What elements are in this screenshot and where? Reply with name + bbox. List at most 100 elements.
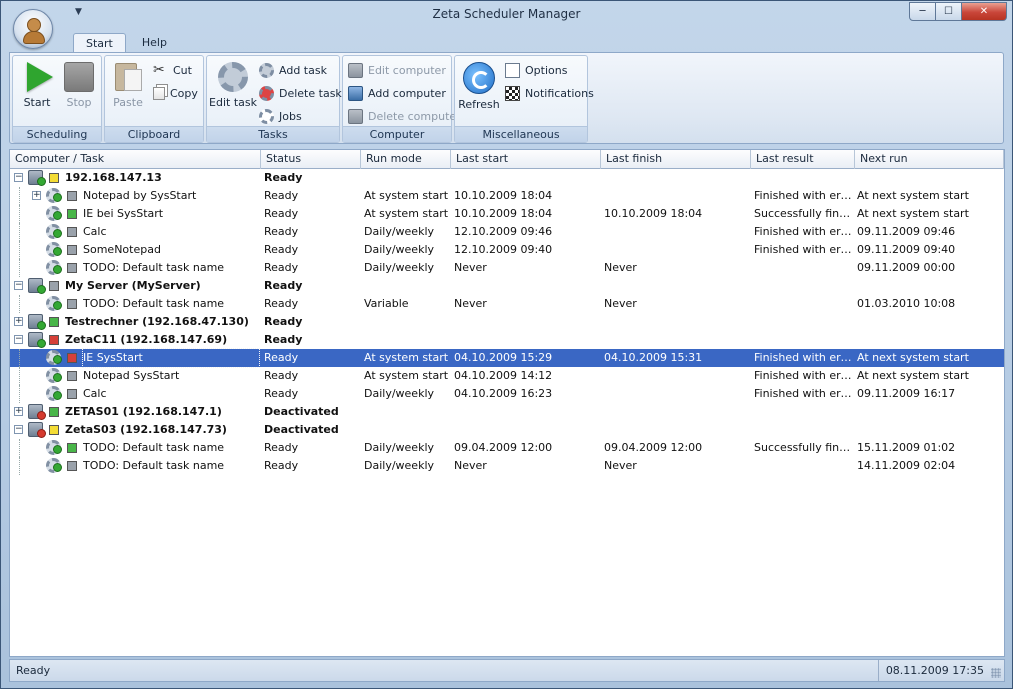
expand-icon[interactable]: + xyxy=(14,407,23,416)
cell-lastfinish: 10.10.2009 18:04 xyxy=(604,207,703,220)
task-row[interactable]: + Notepad by SysStart Ready At system start… xyxy=(10,187,1004,205)
quick-access-dropdown-icon[interactable]: ▼ xyxy=(75,7,82,17)
copy-button[interactable]: Copy xyxy=(153,83,198,103)
column-header-last-finish[interactable]: Last finish xyxy=(601,150,751,169)
grid-rows: − 192.168.147.13 Ready + Notepad by SysStart… xyxy=(10,169,1004,475)
ok-badge-icon xyxy=(53,463,62,472)
row-name: TODO: Default task name xyxy=(83,441,225,454)
task-row[interactable]: IE SysStart Ready At system start 04.10.200… xyxy=(10,348,1004,368)
collapse-icon[interactable]: − xyxy=(14,173,23,182)
cell-lastresult: Successfully finish... xyxy=(754,441,852,454)
computer-row[interactable]: − ZetaS03 (192.168.147.73) Deactivated xyxy=(10,421,1004,439)
add-computer-button[interactable]: Add computer xyxy=(348,83,446,103)
column-header-computer-task[interactable]: Computer / Task xyxy=(10,150,261,169)
delete-computer-button[interactable]: Delete computer xyxy=(348,106,461,126)
paste-label: Paste xyxy=(113,96,143,109)
expand-icon[interactable]: + xyxy=(32,191,41,200)
refresh-button[interactable]: Refresh xyxy=(457,60,501,111)
tab-help[interactable]: Help xyxy=(130,33,179,53)
group-tasks: Edit task Add task Delete task Jobs Task… xyxy=(206,55,342,143)
cut-button[interactable]: ✂ Cut xyxy=(153,60,192,80)
add-task-button[interactable]: Add task xyxy=(259,60,327,80)
cell-nextrun: 01.03.2010 10:08 xyxy=(857,297,956,310)
cell-lastfinish: Never xyxy=(604,459,637,472)
application-menu-button[interactable] xyxy=(13,9,53,49)
task-row[interactable]: TODO: Default task name Ready Daily/weekly… xyxy=(10,457,1004,475)
status-text: Ready xyxy=(16,664,51,677)
start-button[interactable]: Start xyxy=(17,60,57,109)
column-header-status[interactable]: Status xyxy=(261,150,361,169)
copy-icon xyxy=(153,86,165,100)
cell-lastresult: Finished with erro... xyxy=(754,369,852,382)
cell-lastresult: Finished with erro... xyxy=(754,351,852,364)
expand-icon[interactable]: + xyxy=(14,317,23,326)
delete-task-button[interactable]: Delete task xyxy=(259,83,342,103)
window-controls: ─ ☐ ✕ xyxy=(909,2,1007,21)
title-bar[interactable]: Zeta Scheduler Manager ▼ ─ ☐ ✕ xyxy=(1,1,1012,29)
cell-lastfinish xyxy=(604,313,750,331)
stop-button[interactable]: Stop xyxy=(59,60,99,109)
ok-badge-icon xyxy=(53,265,62,274)
collapse-icon[interactable]: − xyxy=(14,281,23,290)
column-header-last-start[interactable]: Last start xyxy=(451,150,601,169)
close-button[interactable]: ✕ xyxy=(962,2,1007,21)
cell-lastfinish xyxy=(604,421,750,439)
group-label-clipboard: Clipboard xyxy=(105,126,203,142)
task-row[interactable]: TODO: Default task name Ready Daily/weekly… xyxy=(10,259,1004,277)
edit-computer-button[interactable]: Edit computer xyxy=(348,60,446,80)
tree-line xyxy=(19,223,20,241)
collapse-icon[interactable]: − xyxy=(14,335,23,344)
computer-row[interactable]: − My Server (MyServer) Ready xyxy=(10,277,1004,295)
cell-status: Ready xyxy=(264,333,303,346)
computer-row[interactable]: + ZETAS01 (192.168.147.1) Deactivated xyxy=(10,403,1004,421)
cell-status: Ready xyxy=(264,315,303,328)
maximize-button[interactable]: ☐ xyxy=(936,2,962,21)
computer-row[interactable]: − 192.168.147.13 Ready xyxy=(10,169,1004,187)
server-icon xyxy=(28,170,46,186)
jobs-button[interactable]: Jobs xyxy=(259,106,302,126)
task-gear-icon xyxy=(46,224,62,239)
task-row[interactable]: SomeNotepad Ready Daily/weekly 12.10.2009 0… xyxy=(10,241,1004,259)
task-row[interactable]: TODO: Default task name Ready Variable Neve… xyxy=(10,295,1004,313)
paste-button[interactable]: Paste xyxy=(109,60,147,109)
cell-laststart: 04.10.2009 15:29 xyxy=(454,351,553,364)
edit-task-button[interactable]: Edit task xyxy=(209,60,257,109)
app-window: Zeta Scheduler Manager ▼ ─ ☐ ✕ Start Hel… xyxy=(0,0,1013,689)
cell-status: Deactivated xyxy=(264,423,339,436)
cell-laststart: 12.10.2009 09:40 xyxy=(454,243,553,256)
cell-nextrun: 09.11.2009 00:00 xyxy=(857,261,956,274)
cell-laststart: Never xyxy=(454,459,487,472)
cell-lastfinish xyxy=(604,241,750,259)
task-row[interactable]: Notepad SysStart Ready At system start 04.1… xyxy=(10,367,1004,385)
tree-line xyxy=(19,367,20,385)
cell-status: Ready xyxy=(264,369,299,382)
options-button[interactable]: Options xyxy=(505,60,567,80)
collapse-icon[interactable]: − xyxy=(14,425,23,434)
server-icon xyxy=(28,278,46,294)
task-row[interactable]: IE bei SysStart Ready At system start 10.10… xyxy=(10,205,1004,223)
status-bar: Ready 08.11.2009 17:35 xyxy=(9,659,1005,682)
row-name: ZETAS01 (192.168.147.1) xyxy=(65,405,222,418)
notifications-button[interactable]: Notifications xyxy=(505,83,594,103)
task-grid[interactable]: Computer / Task Status Run mode Last sta… xyxy=(9,149,1005,657)
minimize-button[interactable]: ─ xyxy=(909,2,936,21)
task-row[interactable]: TODO: Default task name Ready Daily/weekly… xyxy=(10,439,1004,457)
task-row[interactable]: Calc Ready Daily/weekly 12.10.2009 09:46 Fin… xyxy=(10,223,1004,241)
tab-start[interactable]: Start xyxy=(73,33,126,53)
cell-nextrun: At next system start xyxy=(857,189,969,202)
resize-grip-icon[interactable] xyxy=(991,668,1001,678)
computer-row[interactable]: + Testrechner (192.168.47.130) Ready xyxy=(10,313,1004,331)
column-header-run-mode[interactable]: Run mode xyxy=(361,150,451,169)
column-header-last-result[interactable]: Last result xyxy=(751,150,855,169)
task-row[interactable]: Calc Ready Daily/weekly 04.10.2009 16:23 Fin… xyxy=(10,385,1004,403)
task-gear-icon xyxy=(46,242,62,257)
cell-laststart: 10.10.2009 18:04 xyxy=(454,207,553,220)
computer-row[interactable]: − ZetaC11 (192.168.147.69) Ready xyxy=(10,331,1004,349)
cell-status: Ready xyxy=(264,459,299,472)
add-task-label: Add task xyxy=(279,63,327,77)
group-label-miscellaneous: Miscellaneous xyxy=(455,126,587,142)
column-header-next-run[interactable]: Next run xyxy=(855,150,1004,169)
cell-nextrun xyxy=(857,169,1003,187)
delete-computer-icon xyxy=(348,108,363,124)
cell-laststart xyxy=(454,169,600,187)
